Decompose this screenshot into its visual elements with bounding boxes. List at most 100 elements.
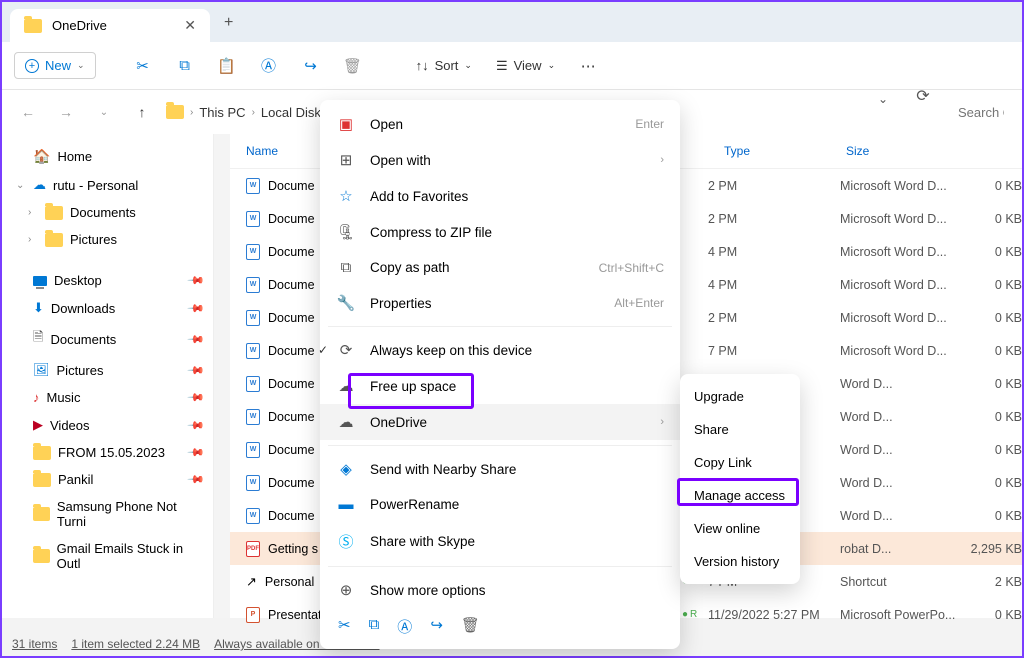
shortcut: Ctrl+Shift+C [599,261,664,275]
file-size: 2,295 KB [962,542,1022,556]
col-size[interactable]: Size [846,144,1022,158]
ctx-nearby-share[interactable]: ◈Send with Nearby Share [320,451,680,487]
view-button[interactable]: ☰ View ⌄ [488,58,563,74]
powerpoint-icon: P [246,607,260,623]
skype-icon: Ⓢ [336,531,356,552]
ctx-onedrive[interactable]: ☁OneDrive› [320,404,680,440]
sidebar-label: Documents [70,205,136,220]
word-icon: W [246,343,260,359]
share-icon[interactable]: ↪ [294,49,328,83]
recent-button[interactable]: ⌄ [90,98,118,126]
shortcut-icon: ↗ [246,574,257,590]
file-size: 0 KB [962,509,1022,523]
folder-icon [45,233,63,247]
new-tab-button[interactable]: + [210,4,247,42]
submenu-version-history[interactable]: Version history [680,545,800,578]
ctx-always-keep[interactable]: ✓⟳Always keep on this device [320,332,680,368]
sidebar-samsung[interactable]: Samsung Phone Not Turni [6,493,209,535]
search-input[interactable] [952,99,1010,126]
sidebar-home[interactable]: 🏠 Home [6,142,209,171]
copy-icon[interactable]: ⧉ [168,49,202,83]
file-size: 0 KB [962,245,1022,259]
document-icon: 🗎 [33,328,43,350]
share-icon[interactable]: ↪ [430,616,443,637]
close-icon[interactable]: ✕ [184,17,196,34]
download-icon: ⬇ [33,300,44,316]
path-dropdown[interactable]: ⌄ [870,86,896,112]
forward-button[interactable]: → [52,98,80,126]
cloud-icon: ☁ [336,377,356,395]
up-button[interactable]: ↑ [128,98,156,126]
sidebar-desktop[interactable]: Desktop📌 [6,267,209,294]
pin-icon: 📌 [187,361,206,380]
desktop-icon [33,276,47,286]
chevron-right-icon[interactable]: › [28,234,38,245]
ctx-label: Open [370,117,403,132]
sidebar-pankil[interactable]: Pankil📌 [6,466,209,493]
ctx-properties[interactable]: 🔧PropertiesAlt+Enter [320,285,680,321]
ctx-open-with[interactable]: ⊞Open with› [320,142,680,178]
zip-icon: 🗜 [336,223,356,241]
copy-icon[interactable]: ⧉ [369,616,380,637]
home-icon: 🏠 [33,148,50,165]
onedrive-icon: ☁ [336,413,356,431]
sidebar-scrollbar[interactable] [214,134,230,618]
sidebar-downloads[interactable]: ⬇ Downloads 📌 [6,294,209,322]
sidebar-label: Documents [50,332,116,347]
ctx-skype[interactable]: ⓈShare with Skype [320,522,680,561]
more-icon[interactable]: ⋯ [571,49,605,83]
paste-icon[interactable]: 📋 [210,49,244,83]
ctx-powerrename[interactable]: ▬PowerRename [320,487,680,522]
delete-icon[interactable]: 🗑 [461,616,480,637]
refresh-icon[interactable]: ⟳ [908,86,938,106]
file-name: Docume [268,410,315,424]
sidebar-documents2[interactable]: 🗎Documents📌 [6,322,209,356]
sidebar-from[interactable]: FROM 15.05.2023📌 [6,439,209,466]
ctx-free-space[interactable]: ☁ Free up space [320,368,680,404]
rename-icon[interactable]: Ⓐ [397,616,412,637]
word-icon: W [246,409,260,425]
chevron-right-icon[interactable]: › [28,207,38,218]
back-button[interactable]: ← [14,98,42,126]
submenu-manage-access[interactable]: Manage access [680,479,800,512]
submenu-view-online[interactable]: View online [680,512,800,545]
sidebar-gmail[interactable]: Gmail Emails Stuck in Outl [6,535,209,577]
chevron-right-icon: › [252,107,255,118]
submenu-share[interactable]: Share [680,413,800,446]
chevron-down-icon: ⌄ [77,60,85,71]
sidebar-videos[interactable]: ▶Videos📌 [6,411,209,439]
rename-icon[interactable]: Ⓐ [252,49,286,83]
folder-icon [33,507,50,521]
sort-button[interactable]: ↑↓ Sort ⌄ [408,58,480,73]
submenu-upgrade[interactable]: Upgrade [680,380,800,413]
chevron-down-icon[interactable]: ⌄ [16,180,26,191]
tab-onedrive[interactable]: OneDrive ✕ [10,9,210,42]
breadcrumb-this-pc[interactable]: This PC [199,105,245,120]
sidebar-documents[interactable]: › Documents [6,199,209,226]
ctx-copy-path[interactable]: ⧉Copy as pathCtrl+Shift+C [320,250,680,285]
sidebar-pictures2[interactable]: 🖼Pictures📌 [6,356,209,384]
sidebar-account[interactable]: ⌄☁rutu - Personal [6,171,209,199]
ctx-favorites[interactable]: ☆Add to Favorites [320,178,680,214]
ctx-zip[interactable]: 🗜Compress to ZIP file [320,214,680,250]
ctx-show-more[interactable]: ⊕Show more options [320,572,680,608]
file-size: 0 KB [962,608,1022,622]
sidebar-music[interactable]: ♪Music📌 [6,384,209,411]
cut-icon[interactable]: ✂ [338,616,351,637]
pin-icon: 📌 [187,299,206,318]
delete-icon[interactable]: 🗑 [336,49,370,83]
sort-label: Sort [435,58,459,73]
submenu-copylink[interactable]: Copy Link [680,446,800,479]
ctx-label: Free up space [370,379,456,394]
music-icon: ♪ [33,390,40,405]
ctx-label: Send with Nearby Share [370,462,516,477]
col-type[interactable]: Type [724,144,846,158]
cut-icon[interactable]: ✂ [126,49,160,83]
new-button[interactable]: + New ⌄ [14,52,96,79]
sidebar-pictures[interactable]: ›Pictures [6,226,209,253]
sidebar-label: Home [57,149,92,164]
ctx-open[interactable]: ▣OpenEnter [320,106,680,142]
sidebar-label: Downloads [51,301,115,316]
file-type: Microsoft Word D... [840,278,962,292]
folder-icon [166,105,184,119]
